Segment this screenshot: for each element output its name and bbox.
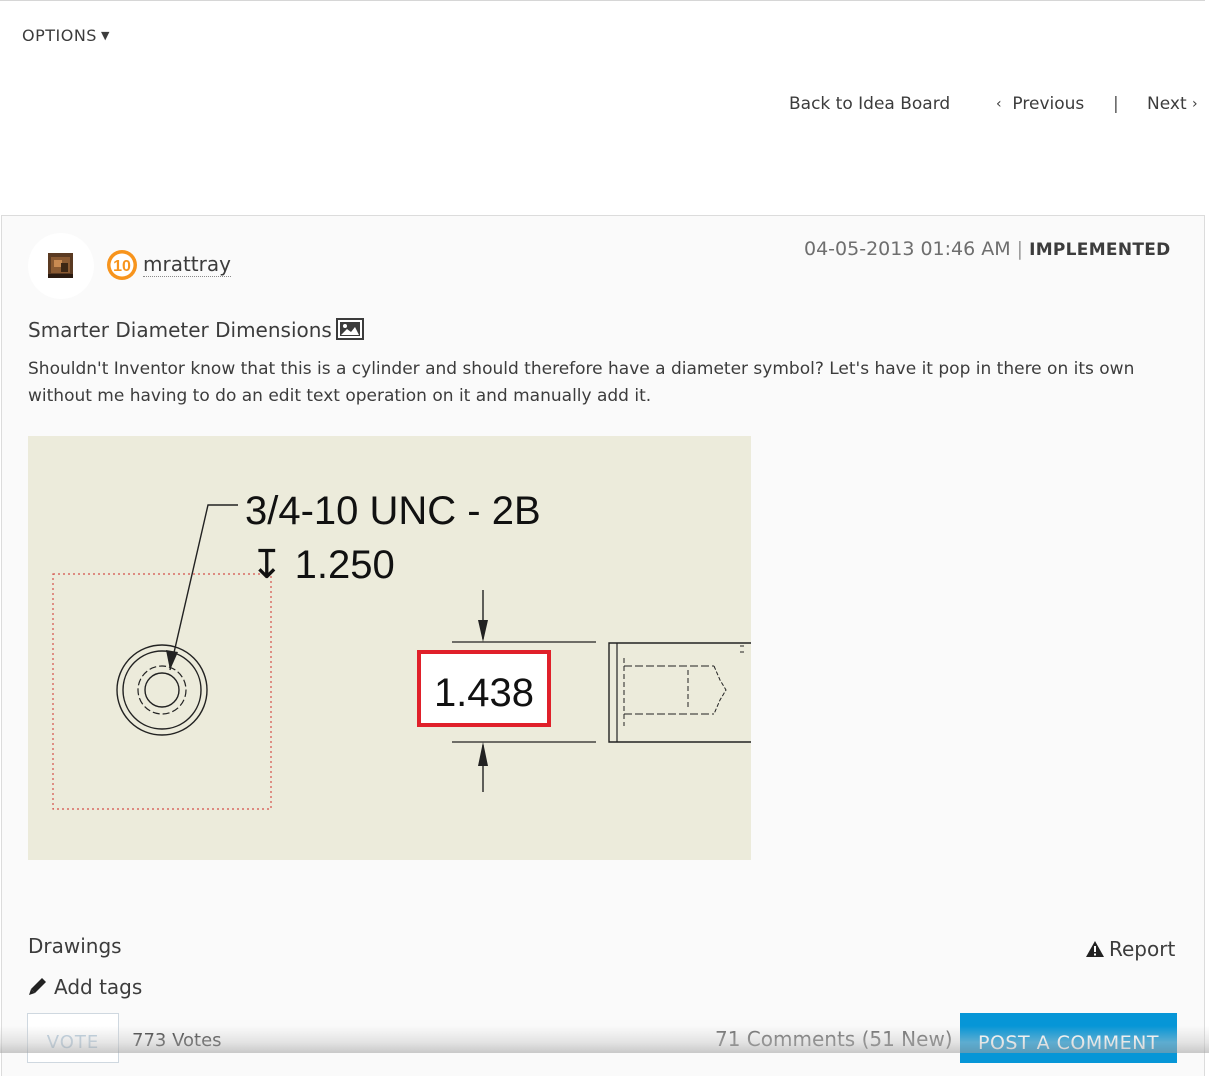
report-link[interactable]: Report [1085,937,1175,961]
drawing-depth-label: ↧ 1.250 [250,543,395,587]
idea-title: Smarter Diameter Dimensions [28,318,364,342]
chevron-right-icon: › [1192,96,1198,112]
warning-icon [1086,941,1104,957]
options-label: OPTIONS [22,26,97,45]
options-menu[interactable]: OPTIONS ▼ [22,26,110,45]
category-link[interactable]: Drawings [28,934,122,958]
drawing-thread-label: 3/4-10 UNC - 2B [245,489,541,533]
add-tags-label: Add tags [54,975,143,999]
next-label: Next [1147,94,1187,114]
idea-title-text: Smarter Diameter Dimensions [28,318,332,342]
idea-body: Shouldn't Inventor know that this is a c… [28,359,1135,406]
rank-badge-icon: 10 [107,250,137,280]
post-date: 04-05-2013 01:46 AM [804,238,1011,260]
previous-label: Previous [1012,94,1085,114]
avatar[interactable] [48,253,73,278]
drawing-screenshot: 3/4-10 UNC - 2B ↧ 1.250 1.438 [28,436,751,860]
report-label: Report [1109,937,1176,961]
rank-badge-text: 10 [113,258,131,275]
author-link[interactable]: mrattray [143,252,231,277]
meta-separator: | [1016,238,1024,260]
vote-count: 773 Votes [132,1030,222,1051]
previous-link[interactable]: ‹ Previous [996,94,1084,114]
add-tags-link[interactable]: Add tags [28,975,142,999]
caret-down-icon: ▼ [100,29,110,42]
drawing-dimension-label: 1.438 [434,671,534,715]
pencil-icon [29,978,46,995]
image-icon [335,318,364,340]
next-link[interactable]: Next › [1147,94,1198,114]
nav-separator: | [1113,94,1119,114]
vote-button[interactable]: VOTE [27,1013,119,1063]
post-meta: 04-05-2013 01:46 AM | IMPLEMENTED [804,238,1171,260]
comments-link[interactable]: 71 Comments (51 New) [715,1027,953,1051]
post-comment-button[interactable]: POST A COMMENT [960,1013,1177,1063]
chevron-left-icon: ‹ [996,96,1002,112]
back-to-idea-board-link[interactable]: Back to Idea Board [789,94,950,114]
status-badge: IMPLEMENTED [1029,240,1171,260]
top-divider [0,0,1205,1]
